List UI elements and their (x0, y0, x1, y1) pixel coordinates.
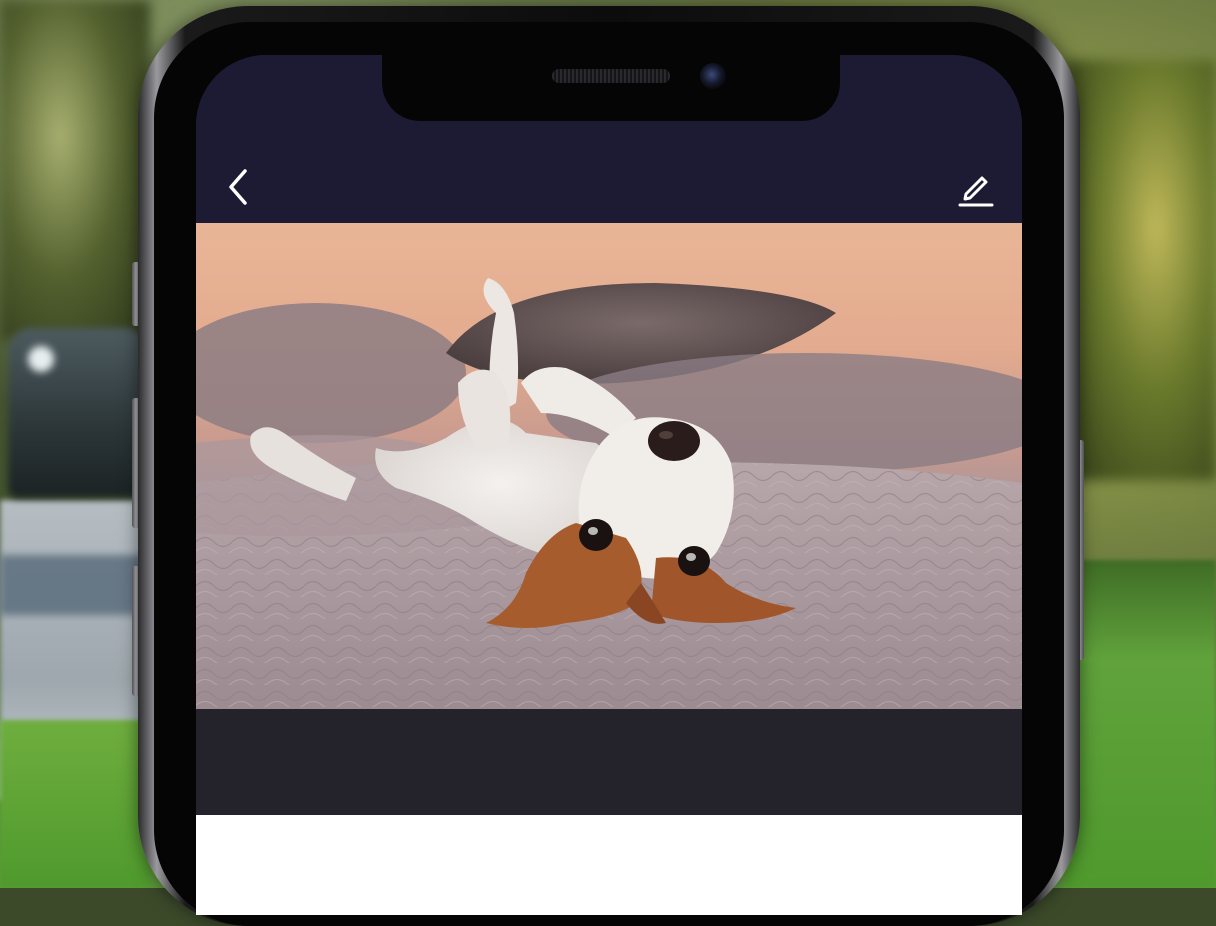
backdrop-grass-left (0, 720, 150, 888)
front-camera (700, 63, 726, 89)
dog-photo[interactable] (196, 223, 1022, 709)
pencil-icon (958, 176, 994, 207)
phone-screen (196, 55, 1022, 915)
back-button[interactable] (218, 167, 258, 207)
phone-notch (382, 55, 840, 121)
earpiece-speaker (552, 69, 670, 83)
backdrop-car-light (28, 346, 54, 372)
backdrop-tree-left (0, 0, 150, 340)
content-panel (196, 815, 1022, 915)
backdrop-grass-right (1066, 560, 1216, 888)
backdrop-road-shadow (0, 555, 150, 615)
chevron-left-icon (229, 169, 247, 205)
backdrop-tree-right (1066, 60, 1216, 480)
photo-caption-band (196, 709, 1022, 815)
dog-photo-illustration (196, 278, 1022, 709)
edit-button[interactable] (956, 167, 996, 207)
